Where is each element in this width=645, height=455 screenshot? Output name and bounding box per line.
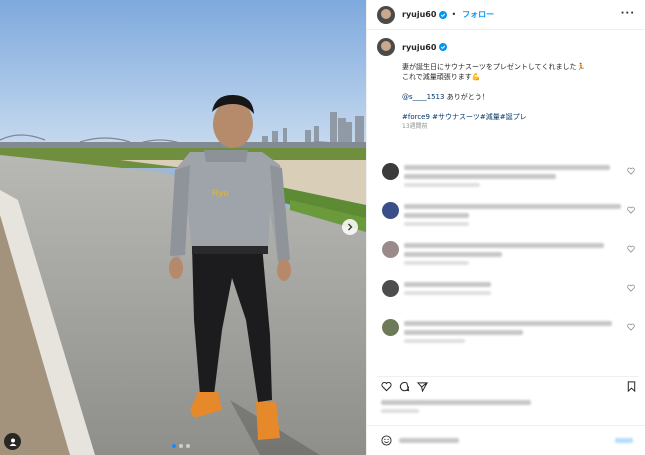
share-icon[interactable] bbox=[417, 381, 428, 392]
emoji-icon[interactable] bbox=[381, 435, 392, 446]
likes-summary[interactable] bbox=[381, 400, 531, 417]
verified-badge-icon bbox=[439, 10, 448, 19]
commenter-avatar[interactable] bbox=[382, 280, 399, 297]
verified-badge-icon bbox=[439, 43, 448, 51]
hashtags[interactable]: #force9 #サウナスーツ#減量#誕プレ bbox=[402, 112, 639, 122]
post-side-panel: ryuju60 • フォロー ··· ryuju60 妻が誕生日にサウナスーツを… bbox=[366, 0, 645, 455]
photo-scene: Ryu bbox=[0, 0, 366, 455]
more-options-icon[interactable]: ··· bbox=[621, 8, 635, 19]
caption-line-2: これで減量頑張ります💪 bbox=[402, 73, 481, 81]
carousel-dots bbox=[172, 444, 190, 448]
comments-list bbox=[377, 163, 639, 358]
comment-item bbox=[377, 163, 639, 202]
comment-icon[interactable] bbox=[399, 381, 410, 392]
user-tag-icon bbox=[9, 438, 16, 446]
mention-link[interactable]: @s____1513 bbox=[402, 93, 444, 101]
caption-avatar[interactable] bbox=[377, 38, 395, 56]
commenter-avatar[interactable] bbox=[382, 202, 399, 219]
next-slide-button[interactable] bbox=[342, 219, 358, 235]
add-comment-bar[interactable] bbox=[367, 425, 645, 455]
commenter-avatar[interactable] bbox=[382, 163, 399, 180]
heart-icon[interactable] bbox=[627, 206, 635, 214]
caption-line-1: 妻が誕生日にサウナスーツをプレゼントしてくれました🏃 bbox=[402, 63, 586, 71]
heart-icon[interactable] bbox=[627, 284, 635, 292]
caption-thanks-line: @s____1513 ありがとう！ bbox=[402, 93, 489, 101]
comment-item bbox=[377, 280, 639, 319]
comment-item bbox=[377, 319, 639, 358]
post-time: 13週間前 bbox=[402, 123, 428, 130]
comment-input[interactable] bbox=[399, 438, 459, 443]
post-caption: ryuju60 妻が誕生日にサウナスーツをプレゼントしてくれました🏃 これで減量… bbox=[377, 38, 639, 132]
comment-item bbox=[377, 241, 639, 280]
heart-icon[interactable] bbox=[381, 381, 392, 392]
heart-icon[interactable] bbox=[627, 245, 635, 253]
bookmark-icon[interactable] bbox=[626, 381, 637, 392]
post-comment-button[interactable] bbox=[615, 438, 633, 443]
carousel-dot bbox=[186, 444, 190, 448]
avatar[interactable] bbox=[377, 5, 395, 24]
carousel-dot bbox=[179, 444, 183, 448]
follow-button[interactable]: フォロー bbox=[462, 9, 494, 20]
post-header: ryuju60 • フォロー ··· bbox=[367, 0, 645, 30]
carousel-dot-active bbox=[172, 444, 176, 448]
header-username[interactable]: ryuju60 bbox=[402, 10, 436, 19]
tagged-users-button[interactable] bbox=[4, 433, 21, 450]
heart-icon[interactable] bbox=[627, 167, 635, 175]
heart-icon[interactable] bbox=[627, 323, 635, 331]
post-photo[interactable]: Ryu bbox=[0, 0, 366, 455]
commenter-avatar[interactable] bbox=[382, 241, 399, 258]
commenter-avatar[interactable] bbox=[382, 319, 399, 336]
caption-username[interactable]: ryuju60 bbox=[402, 43, 436, 52]
comment-item bbox=[377, 202, 639, 241]
chevron-right-icon bbox=[348, 223, 353, 231]
shirt-logo-text: Ryu bbox=[212, 188, 229, 198]
action-bar bbox=[377, 376, 639, 394]
